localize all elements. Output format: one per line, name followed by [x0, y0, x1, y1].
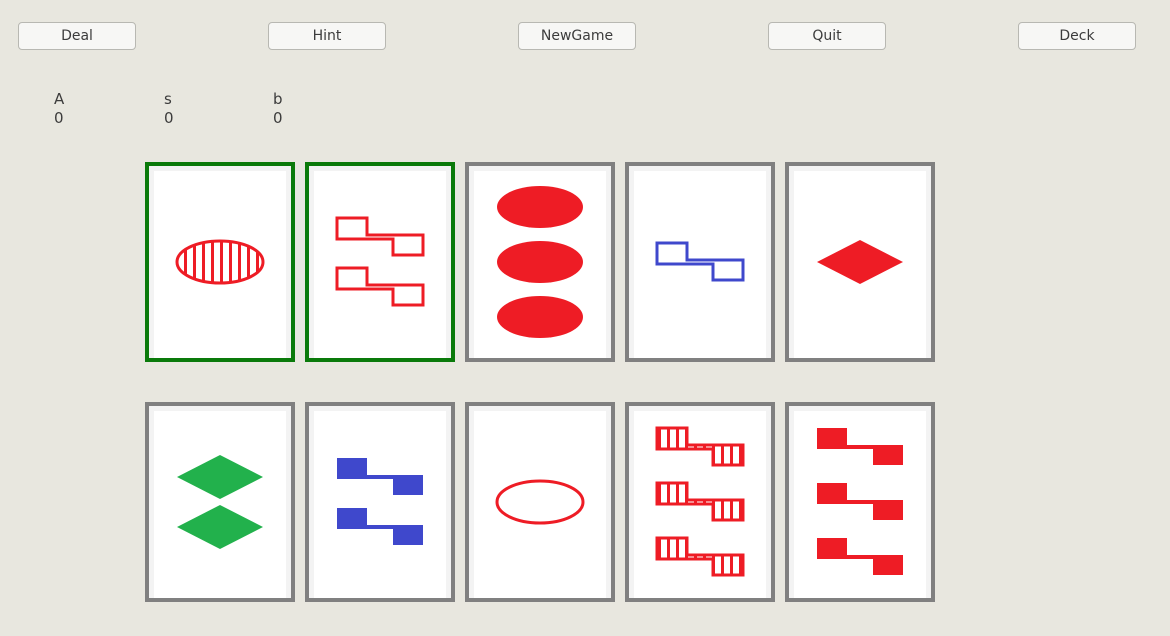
squiggle-shape: [335, 266, 425, 307]
hint-button[interactable]: Hint: [268, 22, 386, 50]
squiggle-shape: [337, 508, 423, 545]
card[interactable]: [305, 162, 455, 362]
card[interactable]: [465, 402, 615, 602]
oval-shape: [497, 186, 583, 228]
card[interactable]: [625, 162, 775, 362]
card[interactable]: [625, 402, 775, 602]
oval-shape: [495, 479, 585, 525]
card[interactable]: [145, 162, 295, 362]
card-symbols: [175, 239, 265, 285]
score-label: s: [164, 90, 172, 108]
quit-button[interactable]: Quit: [768, 22, 886, 50]
score-value: 0: [54, 109, 64, 127]
squiggle-shape: [655, 241, 745, 282]
card[interactable]: [465, 162, 615, 362]
squiggle-shape: [655, 536, 745, 577]
card-symbols: [817, 240, 903, 284]
squiggle-shape: [817, 483, 903, 520]
card[interactable]: [785, 402, 935, 602]
diamond-shape: [817, 240, 903, 284]
card[interactable]: [785, 162, 935, 362]
score-value: 0: [164, 109, 174, 127]
squiggle-shape: [655, 426, 745, 467]
card-symbols: [495, 479, 585, 525]
squiggle-shape: [337, 458, 423, 495]
score-player-a: A 0: [54, 90, 64, 128]
oval-shape: [175, 239, 265, 285]
score-value: 0: [273, 109, 283, 127]
card-symbols: [177, 455, 263, 549]
card-symbols: [655, 426, 745, 577]
score-label: b: [273, 90, 283, 108]
card-symbols: [655, 241, 745, 282]
card-symbols: [497, 186, 583, 338]
card-symbols: [337, 458, 423, 545]
squiggle-shape: [817, 538, 903, 575]
card[interactable]: [145, 402, 295, 602]
squiggle-shape: [817, 428, 903, 465]
card-symbols: [817, 428, 903, 575]
oval-shape: [497, 296, 583, 338]
new-game-button[interactable]: NewGame: [518, 22, 636, 50]
score-label: A: [54, 90, 65, 108]
score-player-s: s 0: [164, 90, 174, 128]
card[interactable]: [305, 402, 455, 602]
card-symbols: [335, 216, 425, 307]
deck-button[interactable]: Deck: [1018, 22, 1136, 50]
diamond-shape: [177, 505, 263, 549]
deal-button[interactable]: Deal: [18, 22, 136, 50]
squiggle-shape: [655, 481, 745, 522]
diamond-shape: [177, 455, 263, 499]
score-player-b: b 0: [273, 90, 283, 128]
oval-shape: [497, 241, 583, 283]
squiggle-shape: [335, 216, 425, 257]
